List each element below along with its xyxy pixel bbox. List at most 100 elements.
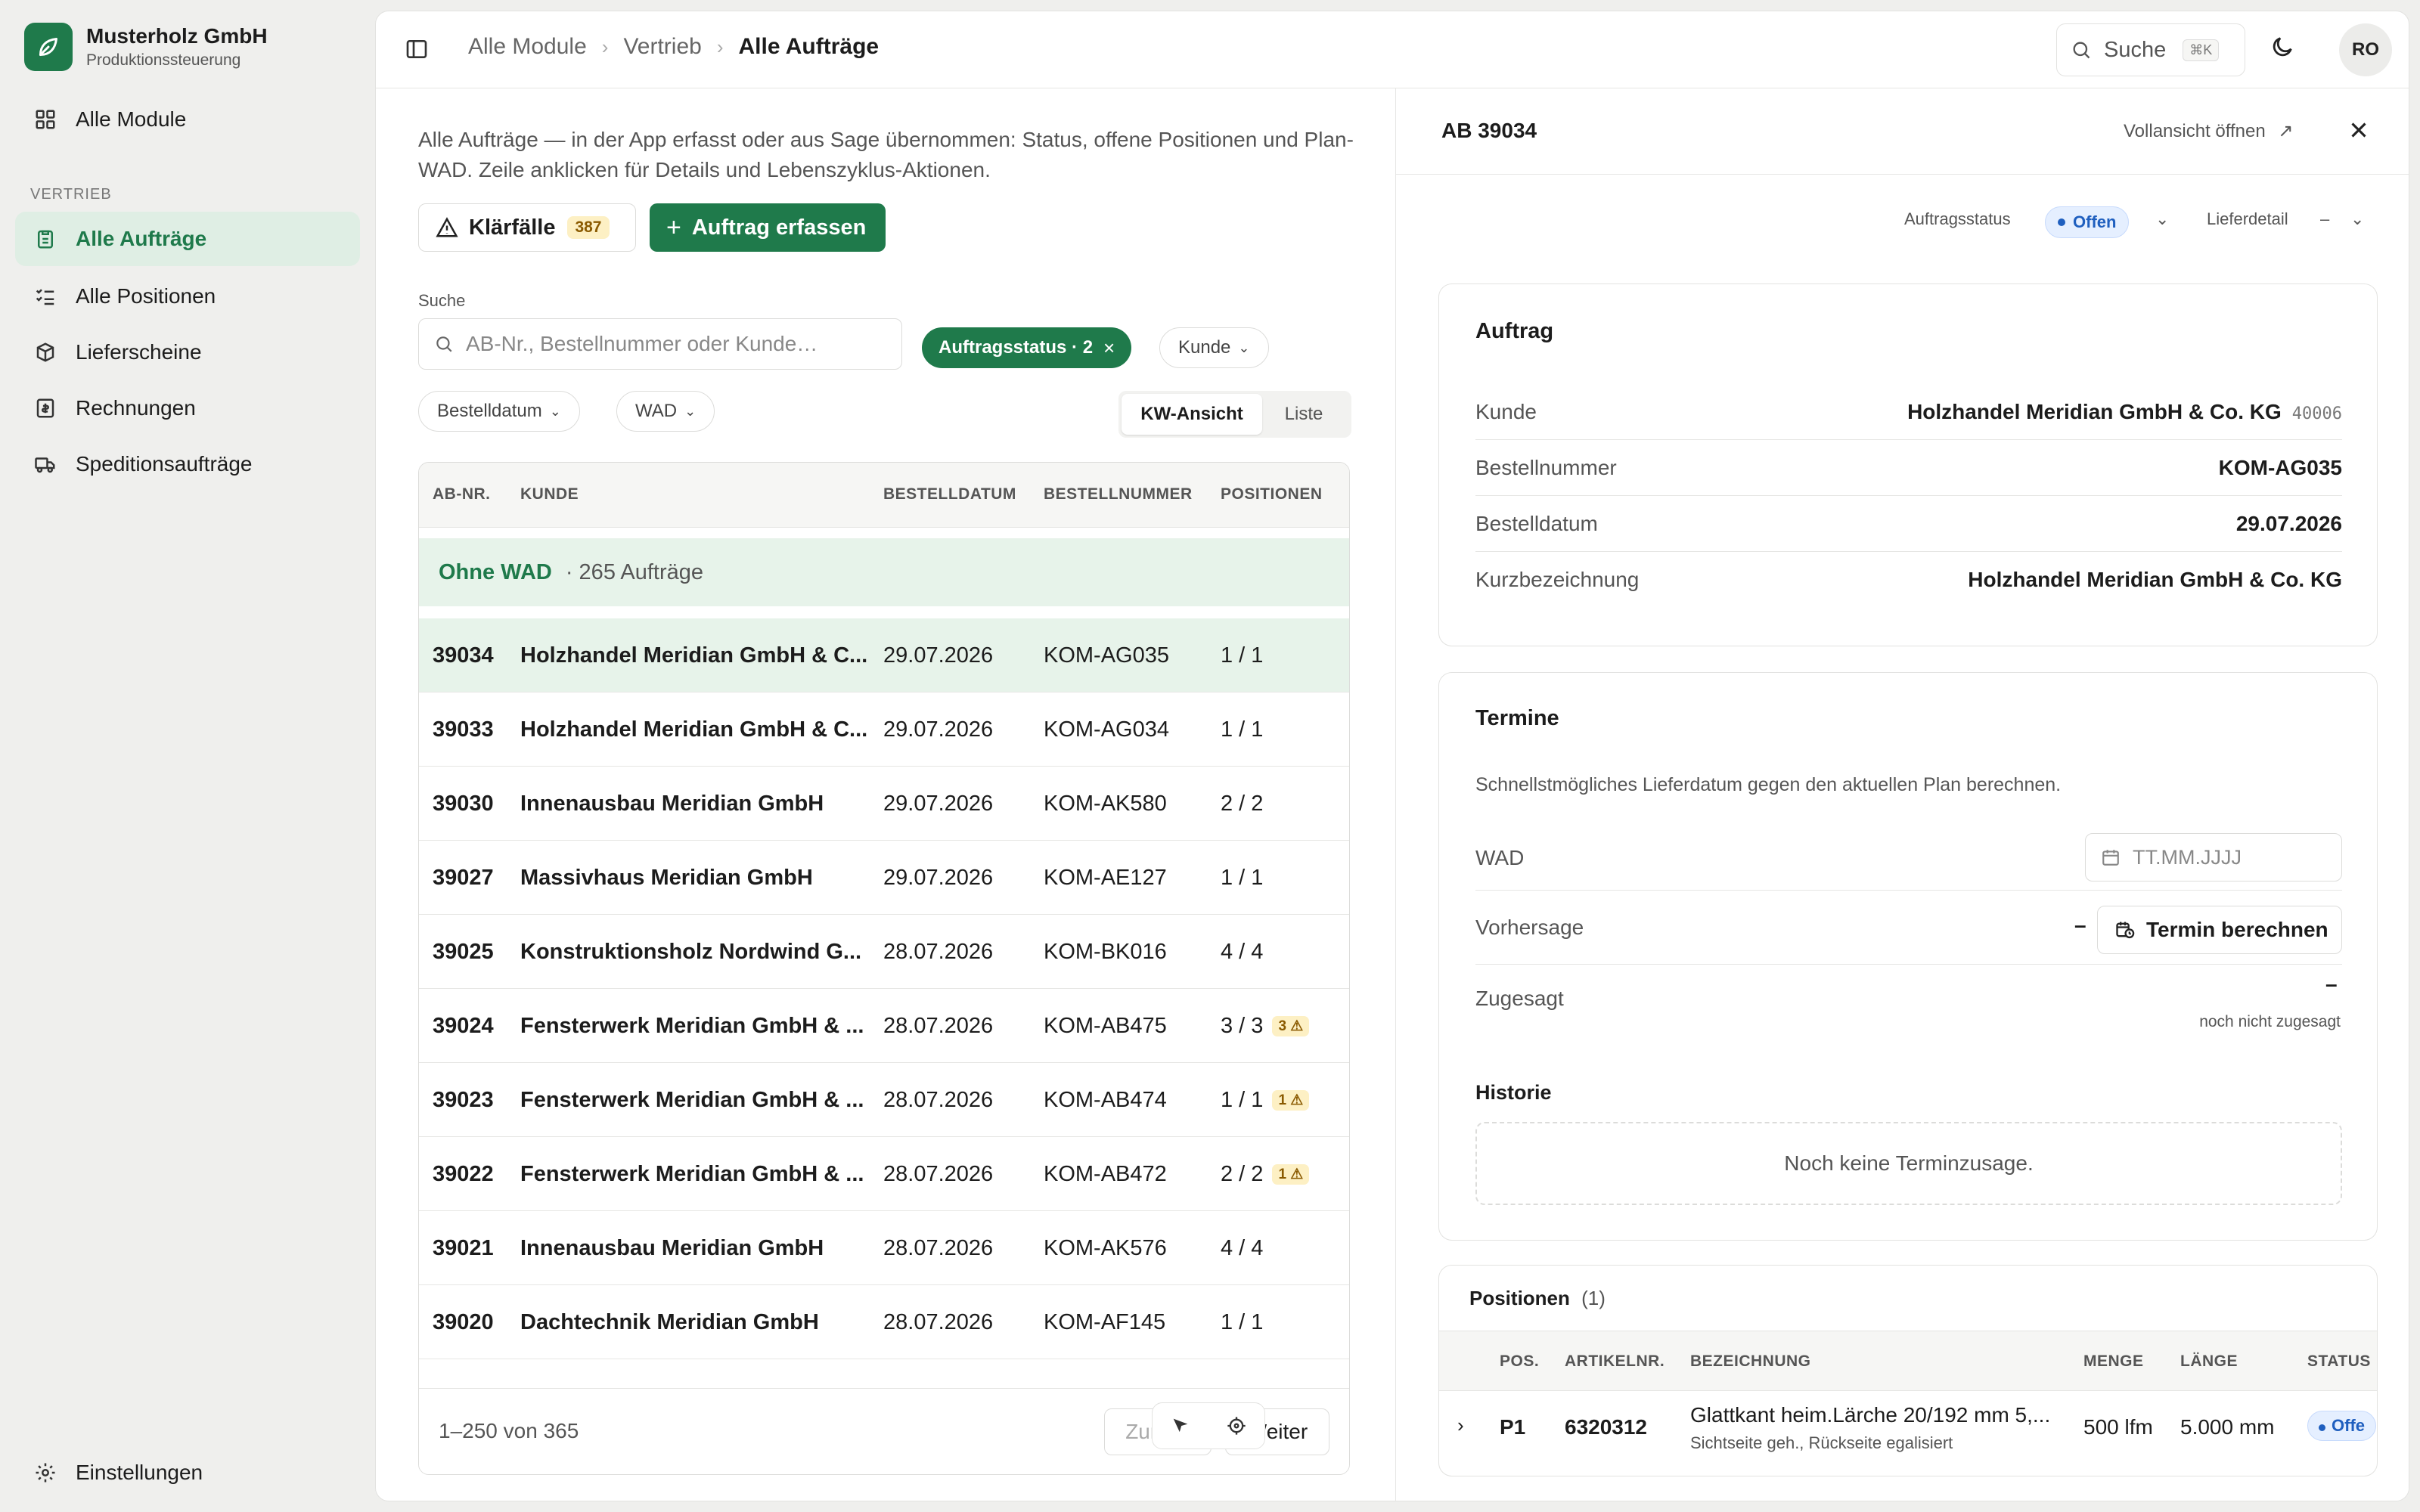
avatar[interactable]: RO	[2339, 23, 2392, 76]
column-header[interactable]: ARTIKELNR.	[1565, 1352, 1665, 1371]
column-header[interactable]: MENGE	[2083, 1352, 2144, 1371]
add-order-button[interactable]: + Auftrag erfassen	[650, 203, 886, 252]
positions-cell-text: 1 / 1	[1221, 717, 1264, 742]
grid-icon	[30, 104, 60, 135]
sidebar-item-alle-auftraege[interactable]: Alle Aufträge	[15, 212, 360, 266]
positionen-table-header: POS. ARTIKELNR. BEZEICHNUNG MENGE LÄNGE …	[1439, 1331, 2377, 1391]
calculate-date-button[interactable]: Termin berechnen	[2097, 906, 2342, 954]
order-date-cell: 28.07.2026	[883, 989, 1035, 1063]
wad-date-input[interactable]: TT.MM.JJJJ	[2085, 833, 2342, 881]
table-row[interactable]: 39022 Fensterwerk Meridian GmbH & ... 28.0…	[419, 1137, 1349, 1211]
column-header[interactable]: LÄNGE	[2180, 1352, 2238, 1371]
sidebar-item-lieferscheine[interactable]: Lieferscheine	[15, 325, 360, 380]
field-bestellnummer: Bestellnummer KOM-AG035	[1475, 440, 2342, 496]
sidebar-item-speditionsauftraege[interactable]: Speditionsaufträge	[15, 437, 360, 491]
filter-chip-wad[interactable]: WAD ⌄	[616, 391, 715, 432]
order-date-cell: 29.07.2026	[883, 692, 1035, 767]
group-header-ohne-wad[interactable]: Ohne WAD · 265 Aufträge	[419, 538, 1349, 606]
table-row[interactable]: 39021 Innenausbau Meridian GmbH 28.07.2026…	[419, 1211, 1349, 1285]
ab-number-cell: 39034	[433, 618, 516, 692]
table-row[interactable]: 39030 Innenausbau Meridian GmbH 29.07.2026…	[419, 767, 1349, 841]
column-header[interactable]: STATUS	[2307, 1352, 2371, 1371]
lieferdetail-value[interactable]: –	[2320, 209, 2329, 229]
sidebar-item-einstellungen[interactable]: Einstellungen	[15, 1445, 360, 1500]
column-header[interactable]: POSITIONEN	[1221, 485, 1323, 503]
positions-cell: 1 / 1 1 ⚠	[1221, 1063, 1349, 1137]
order-number-cell-text: KOM-AK580	[1044, 791, 1167, 816]
positionen-card: Positionen (1) POS. ARTIKELNR. BEZEICHNU…	[1438, 1265, 2378, 1476]
column-header[interactable]: BESTELLDATUM	[883, 485, 1016, 503]
table-header: AB-NR. KUNDE BESTELLDATUM BESTELLNUMMER …	[419, 463, 1349, 528]
table-row[interactable]: 39024 Fensterwerk Meridian GmbH & ... 28.0…	[419, 989, 1349, 1063]
open-full-view-link[interactable]: Vollansicht öffnen ↗	[2124, 120, 2293, 142]
sidebar: Musterholz GmbH Produktionssteuerung All…	[0, 0, 375, 1512]
ab-number-cell-text: 39022	[433, 1161, 494, 1186]
cursor-icon[interactable]	[1170, 1415, 1191, 1436]
calendar-icon	[2101, 847, 2121, 867]
target-icon[interactable]	[1226, 1415, 1247, 1436]
customer-cell-text: Fensterwerk Meridian GmbH & ...	[520, 1161, 864, 1186]
breadcrumb-vertrieb[interactable]: Vertrieb	[623, 34, 701, 60]
table-row[interactable]: 39034 Holzhandel Meridian GmbH & C... 29.0…	[419, 618, 1349, 692]
table-row[interactable]: 39027 Massivhaus Meridian GmbH 29.07.2026 K…	[419, 841, 1349, 915]
brand[interactable]: Musterholz GmbH Produktionssteuerung	[24, 23, 268, 71]
order-date-cell: 29.07.2026	[883, 841, 1035, 915]
positions-cell: 1 / 1	[1221, 692, 1349, 767]
order-number-cell: KOM-AB475	[1044, 989, 1210, 1063]
article-description: Glattkant heim.Lärche 20/192 mm 5,...	[1690, 1403, 2051, 1427]
column-header[interactable]: BESTELLNUMMER	[1044, 485, 1193, 503]
order-search-input[interactable]: AB-Nr., Bestellnummer oder Kunde…	[418, 318, 902, 370]
table-row[interactable]: 39023 Fensterwerk Meridian GmbH & ... 28.0…	[419, 1063, 1349, 1137]
klarfaelle-button[interactable]: Klärfälle 387	[418, 203, 636, 252]
customer-cell-text: Massivhaus Meridian GmbH	[520, 865, 813, 890]
ab-number-cell: 39021	[433, 1211, 516, 1285]
table-row[interactable]: 39020 Dachtechnik Meridian GmbH 28.07.2026…	[419, 1285, 1349, 1359]
chevron-down-icon[interactable]: ⌄	[2155, 209, 2169, 229]
filter-chip-auftragsstatus[interactable]: Auftragsstatus · 2 ×	[922, 327, 1132, 368]
table-row[interactable]: 39025 Konstruktionsholz Nordwind G... 28.0…	[419, 915, 1349, 989]
positions-cell: 2 / 2	[1221, 767, 1349, 841]
customer-cell: Holzhandel Meridian GmbH & C...	[520, 618, 871, 692]
wad-placeholder: TT.MM.JJJJ	[2133, 845, 2242, 869]
chevron-right-icon[interactable]: ›	[1457, 1414, 1464, 1437]
chevron-down-icon: ⌄	[684, 403, 697, 419]
global-search-button[interactable]: Suche ⌘K	[2056, 23, 2245, 76]
column-header[interactable]: KUNDE	[520, 485, 579, 503]
moon-icon[interactable]	[2270, 34, 2295, 64]
order-date-cell: 28.07.2026	[883, 915, 1035, 989]
breadcrumb: Alle Module › Vertrieb › Alle Aufträge	[468, 34, 879, 60]
view-liste[interactable]: Liste	[1262, 394, 1345, 435]
order-number-cell: KOM-AG035	[1044, 618, 1210, 692]
field-value: KOM-AG035	[2218, 455, 2342, 479]
breadcrumb-alle-module[interactable]: Alle Module	[468, 34, 587, 60]
sidebar-item-rechnungen[interactable]: Rechnungen	[15, 381, 360, 435]
chevron-down-icon[interactable]: ⌄	[2350, 209, 2364, 229]
close-icon[interactable]	[2346, 117, 2372, 147]
zugesagt-value: –	[2325, 972, 2338, 996]
chevron-down-icon: ⌄	[549, 403, 561, 419]
ab-number-cell-text: 39027	[433, 865, 494, 890]
filter-chip-kunde[interactable]: Kunde ⌄	[1159, 327, 1269, 368]
sidebar-item-label: Speditionsaufträge	[76, 452, 253, 476]
sidebar-toggle-icon[interactable]	[405, 37, 429, 65]
positions-cell-text: 4 / 4	[1221, 1235, 1264, 1260]
sidebar-item-alle-positionen[interactable]: Alle Positionen	[15, 269, 360, 324]
sidebar-item-alle-module[interactable]: Alle Module	[15, 92, 360, 147]
table-row[interactable]: 39033 Holzhandel Meridian GmbH & C... 29.0…	[419, 692, 1349, 767]
column-header[interactable]: POS.	[1500, 1352, 1539, 1371]
positionen-count: (1)	[1581, 1287, 1606, 1309]
positionen-row[interactable]: › P1 6320312 Glattkant heim.Lärche 20/19…	[1439, 1391, 2377, 1470]
close-icon[interactable]: ×	[1103, 336, 1115, 360]
column-header[interactable]: AB-NR.	[433, 485, 491, 503]
view-kw-ansicht[interactable]: KW-Ansicht	[1122, 394, 1262, 435]
ab-number-cell: 39033	[433, 692, 516, 767]
topbar: Alle Module › Vertrieb › Alle Aufträge S…	[376, 11, 2409, 88]
filter-chip-bestelldatum[interactable]: Bestelldatum ⌄	[418, 391, 580, 432]
column-header[interactable]: BEZEICHNUNG	[1690, 1352, 1811, 1371]
order-number-cell: KOM-AF145	[1044, 1285, 1210, 1359]
article-number: 6320312	[1565, 1415, 1648, 1439]
status-badge[interactable]: Offen	[2045, 206, 2130, 238]
historie-title: Historie	[1475, 1081, 1552, 1104]
positions-cell-text: 1 / 1	[1221, 865, 1264, 890]
positions-cell-text: 1 / 1	[1221, 643, 1264, 668]
